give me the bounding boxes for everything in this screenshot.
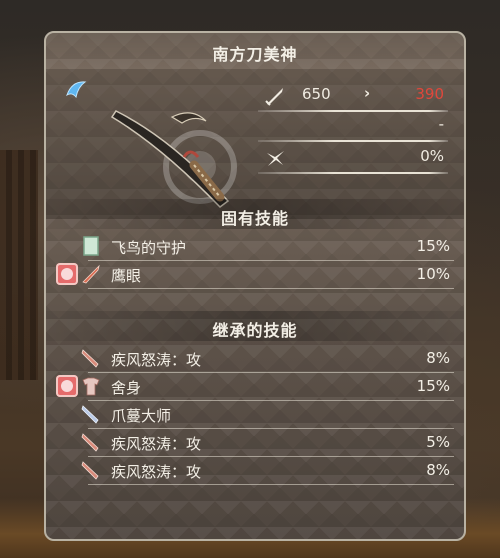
sword-attack-icon: [265, 88, 283, 106]
skill-row: 爪蔓大师: [56, 401, 454, 429]
element-stat-row: -: [258, 113, 448, 139]
stat-divider: [258, 140, 448, 142]
sword-skill-icon: [82, 264, 100, 284]
stat-divider: [258, 110, 448, 112]
inherent-skills-heading: 固有技能: [220, 209, 289, 228]
inherited-skills-heading: 继承的技能: [212, 321, 298, 340]
row-divider: [88, 484, 454, 485]
background-post: [0, 150, 38, 380]
claw-blade-icon: [81, 461, 99, 480]
stat-divider: [258, 172, 448, 174]
longsword-icon: [110, 110, 237, 208]
red-decoration-icon: [56, 375, 78, 397]
affinity-stat-row: 0%: [258, 145, 448, 171]
skill-percent: 8%: [426, 349, 450, 367]
weapon-name: 南方刀美神: [212, 45, 298, 64]
skill-row: 飞鸟的守护 15%: [56, 233, 454, 261]
shield-skill-icon: [83, 236, 99, 256]
row-divider: [88, 288, 454, 289]
skill-name: 飞鸟的守护: [111, 239, 187, 257]
skill-percent: 5%: [426, 433, 450, 451]
claw-blade-icon: [81, 433, 99, 452]
attack-base-value: 650: [302, 85, 331, 103]
skill-name: 舍身: [111, 379, 142, 397]
attack-stat-row: 650 › 390: [258, 83, 448, 109]
skill-name: 鹰眼: [111, 267, 142, 285]
double-blade-icon: [81, 405, 99, 424]
red-decoration-icon: [56, 263, 78, 285]
weapon-detail-panel: 南方刀美神 650 › 390 - 0% 固有技能 飞鸟的守护 15% 鹰眼 1…: [44, 31, 466, 541]
attack-new-value: 390: [415, 85, 444, 103]
blue-talisman-icon: [66, 81, 87, 99]
claw-blade-icon: [81, 349, 99, 368]
skill-percent: 15%: [416, 237, 450, 255]
skill-percent: 10%: [416, 265, 450, 283]
skill-row: 舍身 15%: [56, 373, 454, 401]
skill-row: 疾风怒涛：攻 8%: [56, 345, 454, 373]
skill-name: 疾风怒涛：攻: [111, 435, 202, 453]
skill-row: 鹰眼 10%: [56, 261, 454, 289]
element-value: -: [438, 115, 444, 133]
skill-row: 疾风怒涛：攻 5%: [56, 429, 454, 457]
affinity-value: 0%: [420, 147, 444, 165]
skill-percent: 15%: [416, 377, 450, 395]
attack-change-arrow: ›: [364, 84, 371, 102]
skill-percent: 8%: [426, 461, 450, 479]
affinity-slash-icon: [267, 151, 284, 166]
skill-row: 疾风怒涛：攻 8%: [56, 457, 454, 485]
skill-name: 疾风怒涛：攻: [111, 463, 202, 481]
armor-skill-icon: [82, 377, 100, 396]
skill-name: 疾风怒涛：攻: [111, 351, 202, 369]
skill-name: 爪蔓大师: [111, 407, 172, 425]
